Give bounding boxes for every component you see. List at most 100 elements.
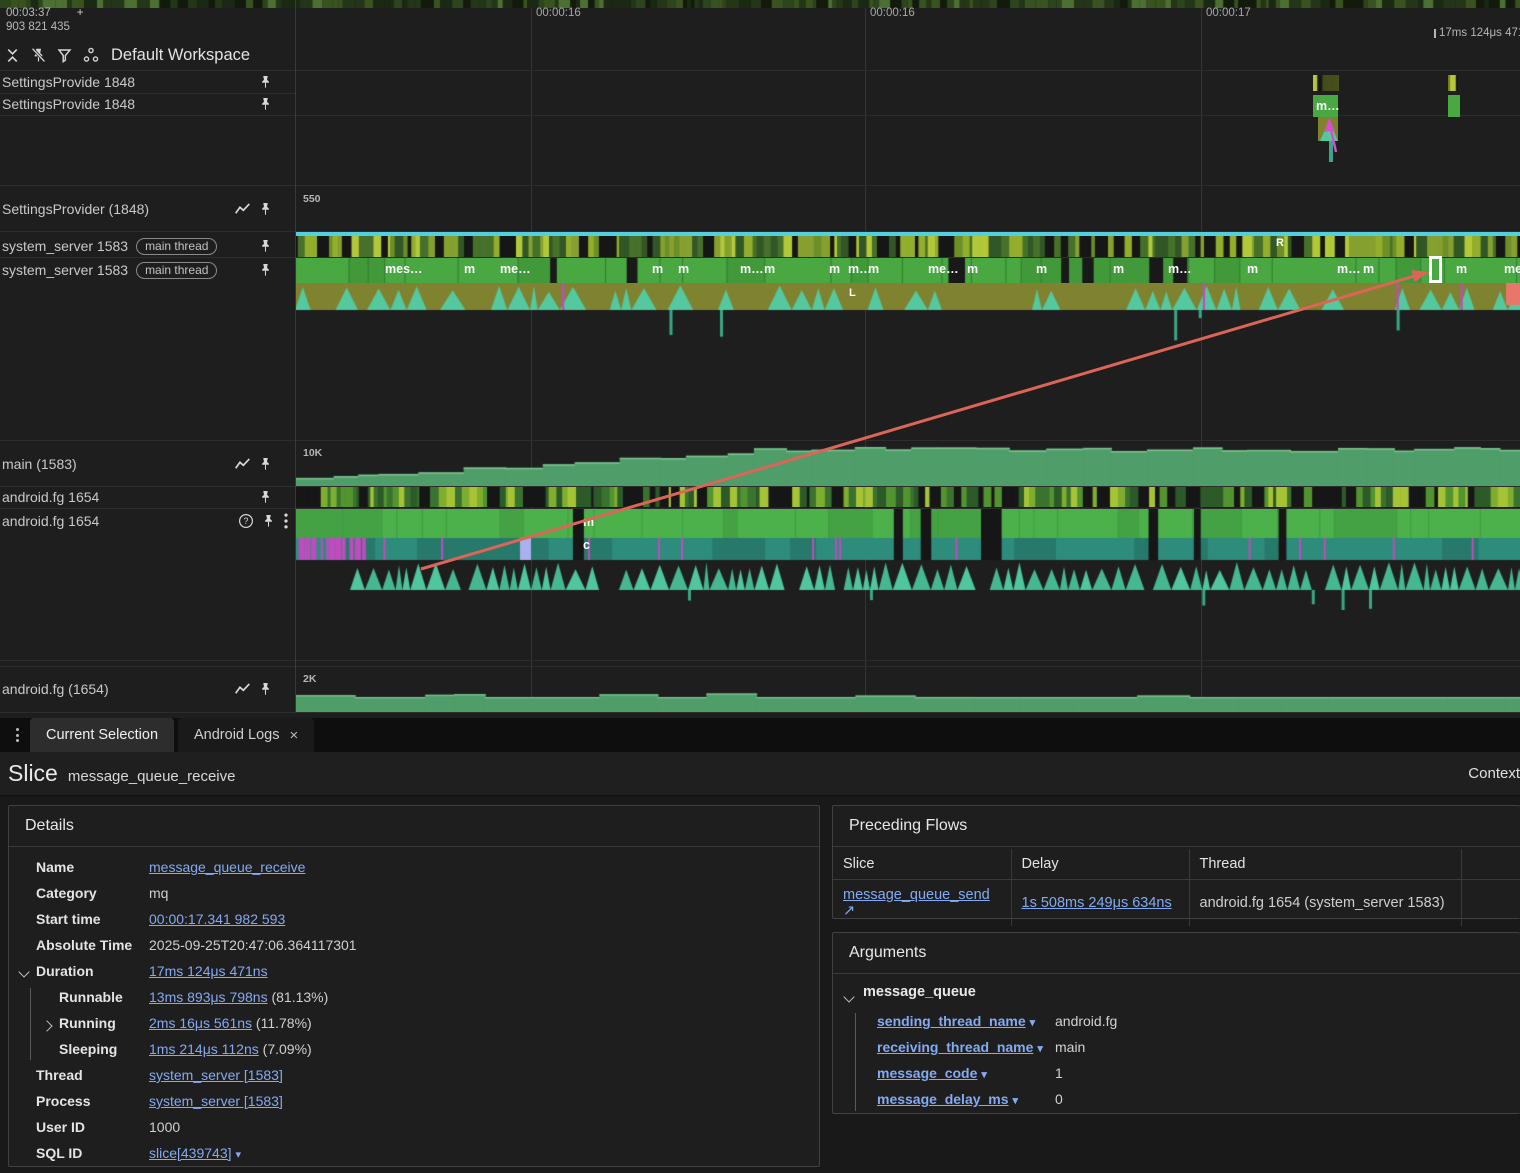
pin-icon[interactable]: [261, 513, 276, 529]
value-link[interactable]: slice[439743]: [149, 1145, 232, 1161]
track-canvas-system-server-sched[interactable]: [295, 236, 1520, 257]
track-row-6[interactable]: android.fg 1654: [0, 486, 295, 508]
sidebar-divider[interactable]: [295, 0, 296, 713]
settingsprovider-slice[interactable]: [1448, 95, 1460, 117]
pin-icon[interactable]: [258, 681, 273, 697]
argument-value: android.fg: [1055, 1013, 1118, 1029]
chevron-down-icon[interactable]: [18, 966, 30, 978]
details-value: 1ms 214μs 112ns (7.09%): [149, 1041, 312, 1057]
value-link[interactable]: 2ms 16μs 561ns: [149, 1015, 252, 1031]
details-row: Thread system_server [1583]: [9, 1063, 819, 1089]
track-row-3[interactable]: system_server 1583 main thread: [0, 235, 295, 257]
filter-icon[interactable]: [56, 47, 73, 64]
perfetto-trace-viewer: 00:03:37+903 821 435 00:00:16000 000 000…: [0, 0, 1520, 1173]
track-canvas-system-server-flame[interactable]: [295, 283, 1520, 345]
track-name: android.fg 1654: [2, 489, 100, 505]
flow-delay-link[interactable]: 1s 508ms 249μs 634ns: [1022, 895, 1172, 911]
help-icon[interactable]: ?: [238, 513, 254, 529]
value-link[interactable]: 1ms 214μs 112ns: [149, 1041, 259, 1057]
track-separator: [0, 660, 1520, 661]
dropdown-caret-icon[interactable]: ▾: [236, 1149, 242, 1161]
dropdown-caret-icon[interactable]: ▾: [1013, 1095, 1019, 1107]
tab-menu-kebab-icon[interactable]: [8, 726, 26, 744]
details-row: SQL ID slice[439743] ▾: [9, 1141, 819, 1167]
pin-icon[interactable]: [258, 456, 273, 472]
details-label: Thread: [36, 1067, 83, 1083]
settingsprovider-sched-block[interactable]: [1448, 75, 1458, 91]
ruler-tick: 00:00:16000 000 000: [536, 7, 581, 19]
details-rows: Name message_queue_receive Category mq Start…: [9, 847, 819, 1167]
selected-slice[interactable]: [1429, 256, 1442, 283]
track-name: SettingsProvide 1848: [2, 74, 136, 90]
details-value: mq: [149, 885, 169, 901]
track-row-8[interactable]: android.fg (1654): [0, 666, 295, 712]
pin-icon[interactable]: [258, 74, 273, 90]
workspace-icon[interactable]: [82, 46, 100, 64]
chevron-down-icon[interactable]: [843, 991, 855, 1003]
settingsprovider-drop[interactable]: [1329, 141, 1333, 162]
collapse-tracks-icon[interactable]: [4, 47, 21, 64]
argument-key-link[interactable]: message_code: [877, 1065, 977, 1081]
value-link[interactable]: 00:00:17.341 982 593: [149, 911, 285, 927]
value-link[interactable]: message_queue_receive: [149, 859, 305, 875]
dropdown-caret-icon[interactable]: ▾: [1037, 1043, 1043, 1055]
value-link[interactable]: system_server [1583]: [149, 1067, 283, 1083]
main-thread-badge: main thread: [136, 261, 218, 279]
details-row: Running 2ms 16μs 561ns (11.78%): [9, 1011, 819, 1037]
pin-icon[interactable]: [258, 201, 273, 217]
workspace-title[interactable]: Default Workspace: [111, 46, 250, 65]
track-canvas-system-server-slices[interactable]: [295, 257, 1520, 283]
settingsprovider-sched-block[interactable]: [1313, 75, 1339, 91]
context-button[interactable]: Context: [1468, 765, 1520, 782]
tab-current-selection[interactable]: Current Selection: [30, 718, 175, 752]
track-row-5[interactable]: main (1583): [0, 440, 295, 487]
argument-value: 0: [1055, 1091, 1063, 1107]
argument-row: message_code ▾ 1: [833, 1062, 1520, 1088]
pin-icon[interactable]: [258, 96, 273, 112]
settingsprovider-slice[interactable]: [1313, 95, 1338, 117]
open-flow-arrow-icon[interactable]: ↗: [843, 903, 855, 919]
track-canvas-androidfg-slices[interactable]: [295, 508, 1520, 610]
chevron-right-icon[interactable]: [41, 1020, 53, 1032]
details-label: User ID: [36, 1119, 86, 1135]
track-row-1[interactable]: SettingsProvide 1848: [0, 93, 295, 115]
track-canvas-main-counter[interactable]: [295, 441, 1520, 487]
counter-scale-label: 2K: [303, 673, 317, 685]
tab-android-logs[interactable]: Android Logs ×: [178, 718, 315, 752]
scale-bracket-icon: [1434, 28, 1436, 38]
track-row-4[interactable]: system_server 1583 main thread: [0, 257, 295, 283]
value-link[interactable]: system_server [1583]: [149, 1093, 283, 1109]
flow-slice-link[interactable]: message_queue_send: [843, 887, 990, 903]
settingsprovider-flame-peak[interactable]: [1320, 121, 1338, 141]
pin-icon[interactable]: [258, 489, 273, 505]
track-name: system_server 1583: [2, 262, 129, 278]
unpin-all-icon[interactable]: [30, 47, 47, 64]
track-row-7[interactable]: android.fg 1654?: [0, 508, 295, 534]
argument-key-link[interactable]: message_delay_ms: [877, 1091, 1009, 1107]
kebab-menu-icon[interactable]: [283, 512, 289, 530]
details-row: Process system_server [1583]: [9, 1089, 819, 1115]
track-row-0[interactable]: SettingsProvide 1848: [0, 71, 295, 93]
argument-key-link[interactable]: sending_thread_name: [877, 1013, 1026, 1029]
details-value: 13ms 893μs 798ns (81.13%): [149, 989, 329, 1005]
close-tab-icon[interactable]: ×: [289, 727, 298, 744]
trace-minimap[interactable]: [0, 0, 1520, 8]
value-link[interactable]: 13ms 893μs 798ns: [149, 989, 268, 1005]
pin-icon[interactable]: [258, 238, 273, 254]
argument-key-link[interactable]: receiving_thread_name: [877, 1039, 1033, 1055]
argument-value: main: [1055, 1039, 1086, 1055]
svg-text:?: ?: [244, 516, 249, 526]
details-label: Running: [59, 1015, 116, 1031]
dropdown-caret-icon[interactable]: ▾: [981, 1069, 987, 1081]
details-value: slice[439743] ▾: [149, 1145, 241, 1161]
value-link[interactable]: 17ms 124μs 471ns: [149, 963, 268, 979]
preceding-flows-panel: Preceding Flows Slice Delay Thread message…: [832, 805, 1520, 926]
track-canvas-androidfg-sched[interactable]: [295, 487, 1520, 507]
track-canvas-androidfg-counter[interactable]: [295, 667, 1520, 712]
track-row-2[interactable]: SettingsProvider (1848): [0, 186, 295, 232]
timeline-region: 00:03:37+903 821 435 00:00:16000 000 000…: [0, 0, 1520, 718]
counter-scale-label: 10K: [303, 447, 323, 459]
argument-group[interactable]: message_queue: [833, 984, 1520, 1010]
dropdown-caret-icon[interactable]: ▾: [1030, 1017, 1036, 1029]
pin-icon[interactable]: [258, 262, 273, 278]
